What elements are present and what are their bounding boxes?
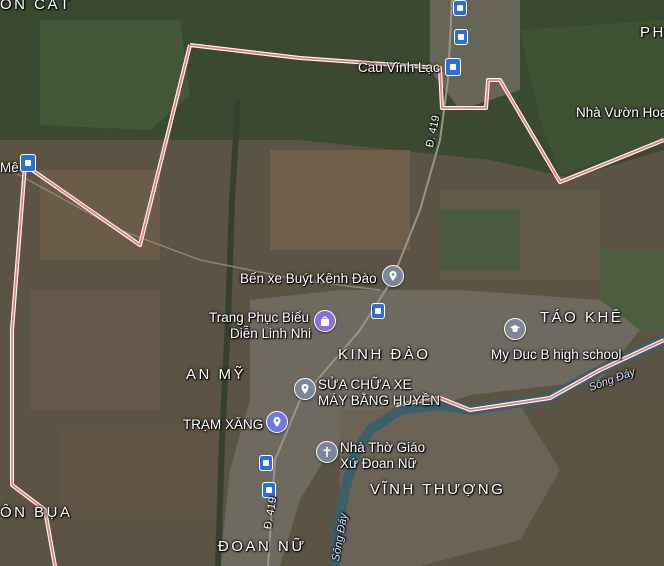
location-pin-icon[interactable] (382, 265, 404, 287)
place-label-tao-khe: TÁO KHÊ (540, 309, 624, 326)
place-label-top-right: PH (640, 24, 664, 41)
place-label-doan-nu: ĐOAN NỮ (218, 538, 307, 555)
cross-icon[interactable] (316, 441, 338, 463)
bus-station-icon[interactable] (20, 154, 36, 172)
bus-stop-icon[interactable] (454, 29, 468, 45)
field-brown-2 (30, 290, 160, 410)
shopping-bag-icon[interactable] (314, 310, 336, 332)
bus-station-icon[interactable] (445, 58, 461, 76)
place-label-on-bua: ÔN BỤA (0, 504, 73, 521)
place-label-kinh-dao: KINH ĐÀO (338, 346, 431, 363)
place-label-an-my: AN MỸ (186, 366, 247, 383)
poi-label-trang-phuc-2[interactable]: Diễn Linh Nhi (230, 326, 311, 342)
field-green-north-light (40, 20, 190, 130)
bus-stop-icon[interactable] (371, 303, 385, 319)
location-pin-icon[interactable] (294, 378, 316, 400)
poi-label-nha-vuon[interactable]: Nhà Vườn Hoa (576, 105, 664, 121)
poi-label-me[interactable]: Mê (0, 160, 19, 176)
poi-label-ben-xe[interactable]: Bến xe Buýt Kênh Đào (240, 271, 377, 287)
field-brown-3 (60, 430, 220, 520)
poi-label-sua-chua-1[interactable]: SỬA CHỮA XE (318, 377, 412, 393)
poi-label-sua-chua-2[interactable]: MÁY BẰNG HUYỀN (318, 393, 440, 409)
location-pin-icon[interactable] (266, 411, 288, 433)
place-label-vinh-thuong: VĨNH THƯỢNG (370, 481, 506, 498)
poi-label-nha-tho-1[interactable]: Nhà Thờ Giáo (340, 440, 425, 456)
field-green-mid (440, 210, 520, 270)
poi-label-nha-tho-2[interactable]: Xứ Đoan Nữ (340, 456, 417, 472)
graduation-cap-icon[interactable] (504, 318, 526, 340)
poi-label-tram-xang[interactable]: TRẠM XĂNG (183, 417, 263, 433)
poi-label-cau-vinh-lac[interactable]: Cầu Vĩnh Lạc (358, 60, 440, 76)
poi-label-trang-phuc-1[interactable]: Trang Phục Biểu (209, 310, 309, 326)
field-brown-4 (270, 150, 410, 250)
bus-stop-icon[interactable] (453, 0, 467, 16)
bus-stop-icon[interactable] (259, 455, 273, 471)
poi-label-my-duc[interactable]: My Duc B high school (491, 347, 622, 363)
place-label-top-left: ÔN CÁT (0, 0, 72, 13)
